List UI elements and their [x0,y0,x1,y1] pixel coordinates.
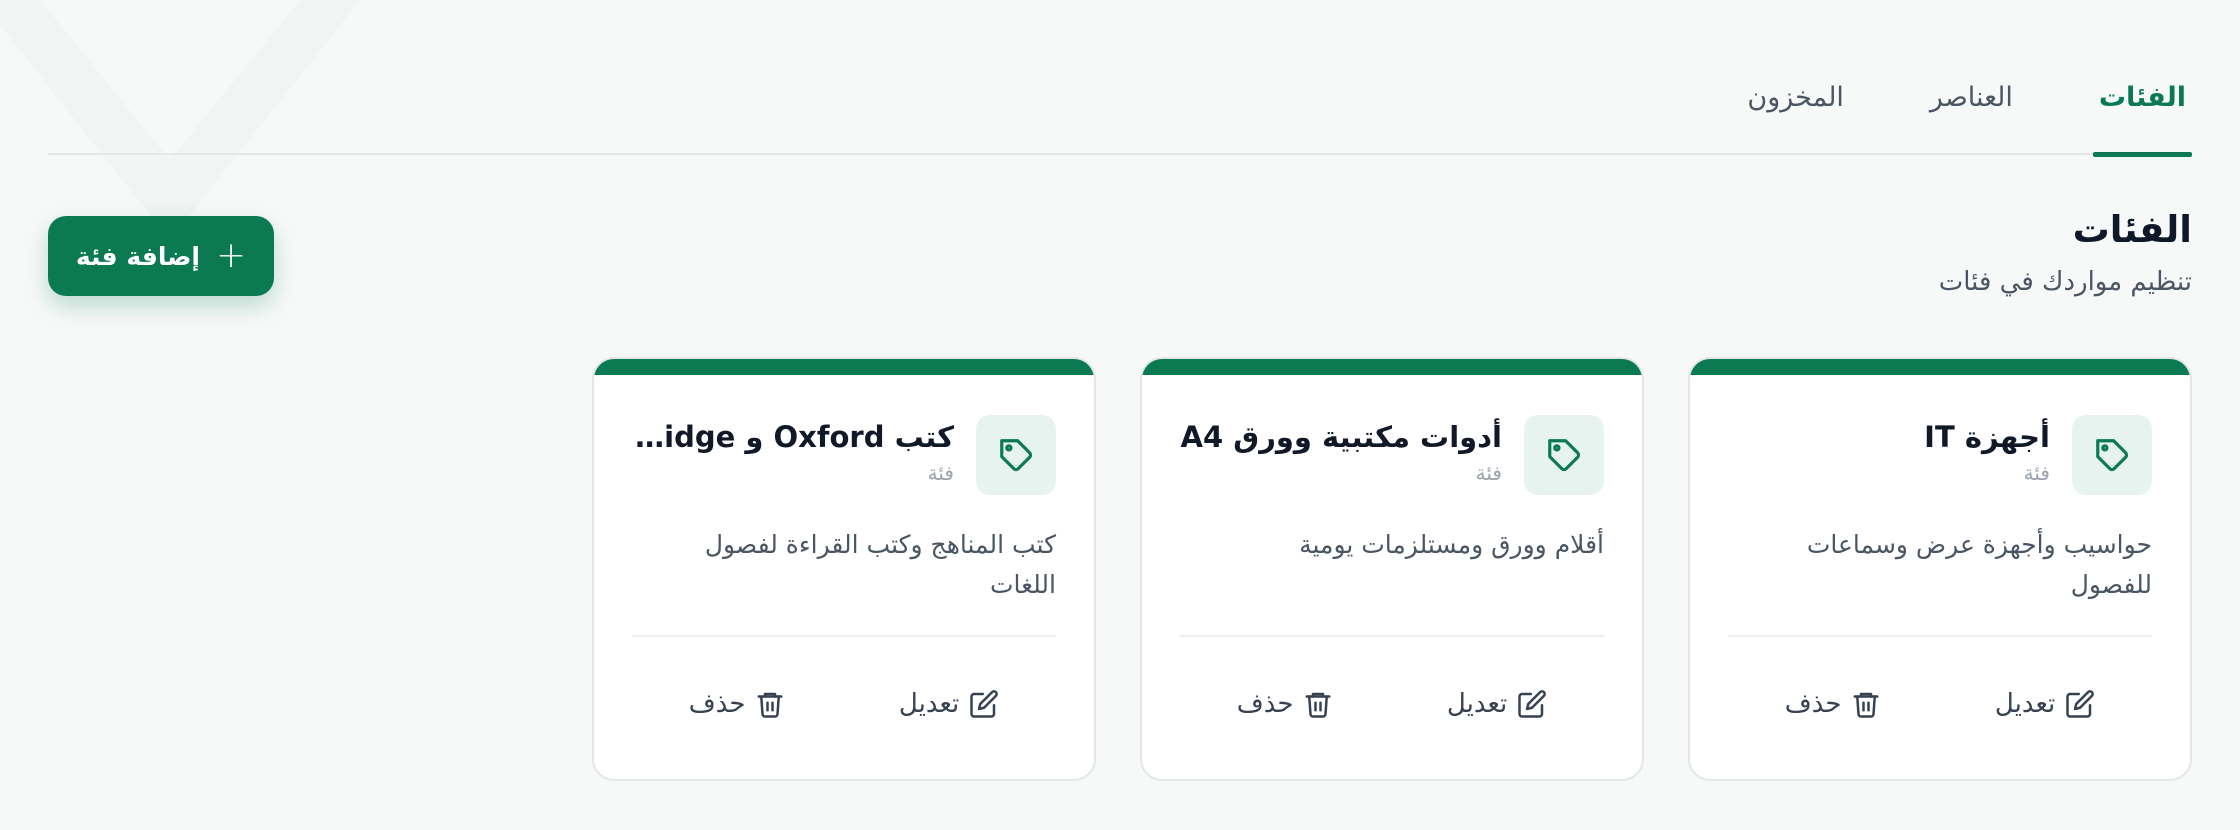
card-accent-bar [1690,359,2190,375]
card-title: أجهزة IT [1924,420,2050,454]
delete-label: حذف [688,689,746,719]
card-description: حواسيب وأجهزة عرض وسماعات للفصول [1806,530,2152,599]
category-cards: أجهزة IT فئة حواسيب وأجهزة عرض وسماعات ل… [592,357,2192,781]
tab-categories[interactable]: الفئات [2092,58,2193,157]
card-type: فئة [2023,461,2050,485]
tag-icon [2072,415,2152,495]
card-divider [632,635,1056,637]
page-title: الفئات [2072,208,2192,251]
category-card: أدوات مكتبية وورق A4 فئة أقلام وورق ومست… [1140,357,1644,781]
card-type: فئة [1475,461,1502,485]
delete-button[interactable]: حذف [1785,689,1882,719]
delete-label: حذف [1784,689,1842,719]
category-card: أجهزة IT فئة حواسيب وأجهزة عرض وسماعات ل… [1688,357,2192,781]
trash-icon [1305,692,1331,718]
card-title: كتب Oxford و Cambridge [632,420,954,454]
edit-label: تعديل [1446,689,1508,719]
page-header: الفئات تنظيم مواردك في فئات [1939,205,2192,297]
tab-items[interactable]: العناصر [1924,58,2019,155]
tab-bar: الفئات العناصر المخزون [48,58,2193,157]
card-description: أقلام وورق ومستلزمات يومية [1299,530,1604,559]
card-description: كتب المناهج وكتب القراءة لفصول اللغات [704,530,1056,599]
page-subtitle: تنظيم مواردك في فئات [1938,267,2192,297]
card-accent-bar [1142,359,1642,375]
add-category-label: إضافة فئة [75,241,200,271]
edit-button[interactable]: تعديل [1447,689,1547,719]
delete-button[interactable]: حذف [689,689,786,719]
plus-icon: + [215,235,247,276]
delete-label: حذف [1236,689,1294,719]
delete-button[interactable]: حذف [1237,689,1334,719]
trash-icon [1853,692,1879,718]
card-divider [1180,635,1604,637]
edit-icon [970,690,999,718]
edit-button[interactable]: تعديل [1995,689,2095,719]
edit-button[interactable]: تعديل [899,689,999,719]
card-type: فئة [927,461,954,485]
card-accent-bar [594,359,1094,375]
edit-icon [2066,690,2095,718]
tag-icon [1524,415,1604,495]
edit-label: تعديل [1994,689,2056,719]
tag-icon [976,415,1056,495]
edit-label: تعديل [898,689,960,719]
card-divider [1728,635,2152,637]
tab-inventory[interactable]: المخزون [1741,58,1850,155]
category-card: كتب Oxford و Cambridge فئة كتب المناهج و… [592,357,1096,781]
add-category-button[interactable]: + إضافة فئة [48,216,274,296]
edit-icon [1518,690,1547,718]
card-title: أدوات مكتبية وورق A4 [1180,420,1502,454]
trash-icon [757,692,783,718]
